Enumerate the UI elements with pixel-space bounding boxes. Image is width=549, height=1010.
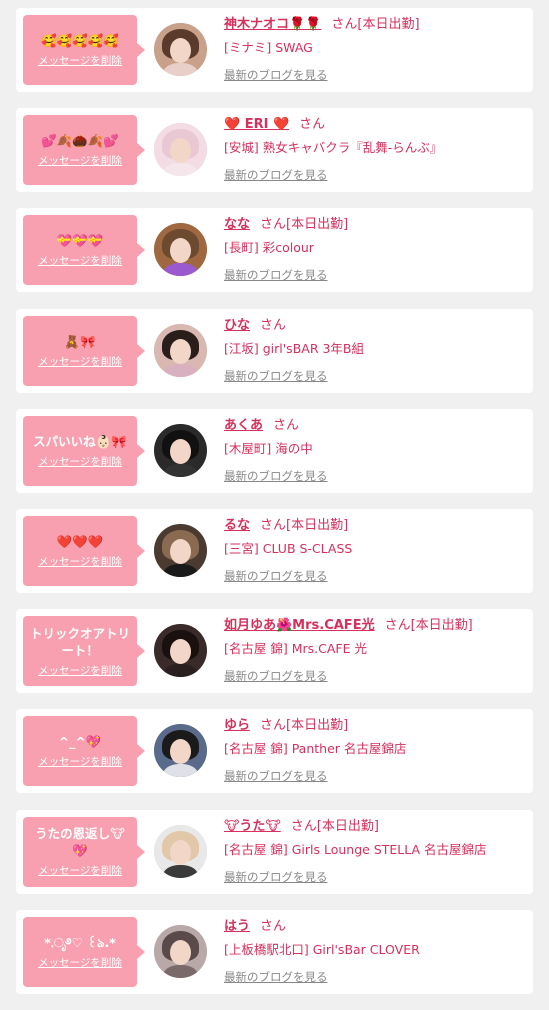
message-bubble: うたの恩返し🐮💖 メッセージを削除 — [23, 816, 145, 887]
message-bubble: トリックオアトリート！ メッセージを削除 — [23, 616, 145, 687]
shop-info: [名古屋 錦] Girls Lounge STELLA 名古屋錦店 — [224, 841, 487, 857]
message-text: ^_^💖 — [58, 734, 102, 750]
honorific: さん — [260, 317, 287, 333]
working-today-badge: [本日出勤] — [286, 718, 349, 734]
latest-blog-link[interactable]: 最新のブログを見る — [224, 368, 328, 384]
message-card: ❤️❤️❤️ メッセージを削除 るな さん[本日出勤] [三宮] CLUB S-C… — [16, 508, 533, 593]
delete-message-link[interactable]: メッセージを削除 — [38, 754, 122, 769]
delete-message-link[interactable]: メッセージを削除 — [38, 153, 122, 168]
cast-name-link[interactable]: るな — [224, 518, 250, 533]
message-card: 🥰🥰🥰🥰🥰 メッセージを削除 神木ナオコ🌹🌹 さん[本日出勤] [ミナミ] SWA… — [16, 8, 533, 92]
honorific: さん — [299, 117, 326, 133]
message-text: トリックオアトリート！ — [29, 625, 130, 658]
delete-message-link[interactable]: メッセージを削除 — [38, 454, 122, 469]
delete-message-link[interactable]: メッセージを削除 — [38, 253, 122, 268]
honorific: さん — [260, 217, 287, 233]
latest-blog-link[interactable]: 最新のブログを見る — [224, 267, 328, 283]
message-text: 💝💝💝 — [56, 233, 104, 249]
cast-name-link[interactable]: 如月ゆあ🌺Mrs.CAFE光 — [224, 618, 375, 633]
working-today-badge: [本日出勤] — [410, 618, 473, 634]
honorific: さん — [260, 718, 287, 734]
delete-message-link[interactable]: メッセージを削除 — [38, 554, 122, 569]
avatar[interactable] — [154, 724, 207, 778]
delete-message-link[interactable]: メッセージを削除 — [38, 863, 122, 878]
working-today-badge: [本日出勤] — [286, 517, 349, 533]
avatar[interactable] — [154, 23, 207, 76]
avatar[interactable] — [154, 624, 207, 678]
avatar[interactable] — [154, 223, 207, 277]
cast-name-link[interactable]: ゆら — [224, 718, 250, 733]
message-text: うたの恩返し🐮💖 — [35, 826, 125, 858]
message-card: 💝💝💝 メッセージを削除 なな さん[本日出勤] [長町] 彩colour 最新の… — [16, 208, 533, 293]
message-card: 🧸🎀 メッセージを削除 ひな さん [江坂] girl'sBAR 3年B組 最新の… — [16, 308, 533, 393]
message-card: トリックオアトリート！ メッセージを削除 如月ゆあ🌺Mrs.CAFE光 さん[本日… — [16, 609, 533, 694]
avatar[interactable] — [154, 423, 207, 477]
message-bubble: 🥰🥰🥰🥰🥰 メッセージを削除 — [23, 15, 145, 85]
latest-blog-link[interactable]: 最新のブログを見る — [224, 969, 328, 985]
shop-info: [江坂] girl'sBAR 3年B組 — [224, 340, 365, 356]
message-text: 💕🍂🌰🍂💕 — [41, 133, 119, 149]
avatar[interactable] — [154, 523, 207, 577]
shop-info: [長町] 彩colour — [224, 240, 314, 256]
message-bubble: 💕🍂🌰🍂💕 メッセージを削除 — [23, 115, 145, 186]
latest-blog-link[interactable]: 最新のブログを見る — [224, 167, 328, 183]
shop-info: [三宮] CLUB S-CLASS — [224, 540, 353, 556]
cast-name-link[interactable]: 🐮うた🐮 — [224, 819, 281, 834]
avatar[interactable] — [154, 123, 207, 177]
shop-info: [ミナミ] SWAG — [224, 40, 313, 55]
message-list: 🥰🥰🥰🥰🥰 メッセージを削除 神木ナオコ🌹🌹 さん[本日出勤] [ミナミ] SWA… — [16, 8, 533, 1010]
shop-info: [名古屋 錦] Mrs.CAFE 光 — [224, 641, 367, 657]
message-bubble: ❤️❤️❤️ メッセージを削除 — [23, 515, 145, 586]
shop-info: [名古屋 錦] Panther 名古屋錦店 — [224, 741, 407, 757]
cast-name-link[interactable]: ひな — [224, 318, 250, 333]
latest-blog-link[interactable]: 最新のブログを見る — [224, 468, 328, 484]
message-text: *.ೃ࿔♡ ꒰ঌ.* — [44, 934, 116, 950]
honorific: さん — [273, 417, 300, 433]
message-bubble: ^_^💖 メッセージを削除 — [23, 716, 145, 787]
shop-info: [安城] 熟女キャバクラ『乱舞-らんぶ』 — [224, 140, 443, 156]
honorific: さん — [384, 618, 411, 634]
cast-name-link[interactable]: あくあ — [224, 418, 263, 433]
cast-name-link[interactable]: なな — [224, 217, 250, 232]
working-today-badge: [本日出勤] — [316, 818, 379, 834]
message-bubble: 🧸🎀 メッセージを削除 — [23, 315, 145, 386]
working-today-badge: [本日出勤] — [357, 17, 420, 32]
message-card: *.ೃ࿔♡ ꒰ঌ.* メッセージを削除 はう さん [上板橋駅北口] Girl's… — [16, 909, 533, 994]
message-card: ^_^💖 メッセージを削除 ゆら さん[本日出勤] [名古屋 錦] Panther… — [16, 709, 533, 794]
shop-info: [木屋町] 海の中 — [224, 440, 313, 456]
avatar[interactable] — [154, 323, 207, 377]
message-card: うたの恩返し🐮💖 メッセージを削除 🐮うた🐮 さん[本日出勤] [名古屋 錦] G… — [16, 809, 533, 894]
message-text: ❤️❤️❤️ — [56, 533, 104, 549]
message-bubble: 💝💝💝 メッセージを削除 — [23, 215, 145, 286]
delete-message-link[interactable]: メッセージを削除 — [38, 955, 122, 970]
message-card: 💕🍂🌰🍂💕 メッセージを削除 ❤️ ERI ❤️ さん [安城] 熟女キャバクラ『… — [16, 108, 533, 193]
delete-message-link[interactable]: メッセージを削除 — [38, 663, 122, 678]
latest-blog-link[interactable]: 最新のブログを見る — [224, 668, 328, 684]
working-today-badge: [本日出勤] — [286, 217, 349, 233]
cast-name-link[interactable]: はう — [224, 919, 250, 934]
latest-blog-link[interactable]: 最新のブログを見る — [224, 568, 328, 584]
message-bubble: スパいいね👶🏻🎀 メッセージを削除 — [23, 415, 145, 486]
avatar[interactable] — [154, 924, 207, 978]
latest-blog-link[interactable]: 最新のブログを見る — [224, 67, 328, 83]
honorific: さん — [290, 818, 317, 834]
cast-name-link[interactable]: 神木ナオコ🌹🌹 — [224, 17, 321, 32]
latest-blog-link[interactable]: 最新のブログを見る — [224, 869, 328, 885]
honorific: さん — [331, 17, 358, 32]
delete-message-link[interactable]: メッセージを削除 — [38, 354, 122, 369]
message-text: 🥰🥰🥰🥰🥰 — [41, 33, 119, 48]
message-card: スパいいね👶🏻🎀 メッセージを削除 あくあ さん [木屋町] 海の中 最新のブログ… — [16, 408, 533, 493]
message-bubble: *.ೃ࿔♡ ꒰ঌ.* メッセージを削除 — [23, 916, 145, 987]
message-text: 🧸🎀 — [64, 333, 96, 349]
avatar[interactable] — [154, 824, 207, 878]
honorific: さん — [260, 918, 287, 934]
honorific: さん — [260, 517, 287, 533]
cast-name-link[interactable]: ❤️ ERI ❤️ — [224, 117, 289, 132]
message-text: スパいいね👶🏻🎀 — [33, 433, 127, 449]
delete-message-link[interactable]: メッセージを削除 — [38, 53, 122, 68]
shop-info: [上板橋駅北口] Girl'sBar CLOVER — [224, 941, 420, 957]
latest-blog-link[interactable]: 最新のブログを見る — [224, 768, 328, 784]
